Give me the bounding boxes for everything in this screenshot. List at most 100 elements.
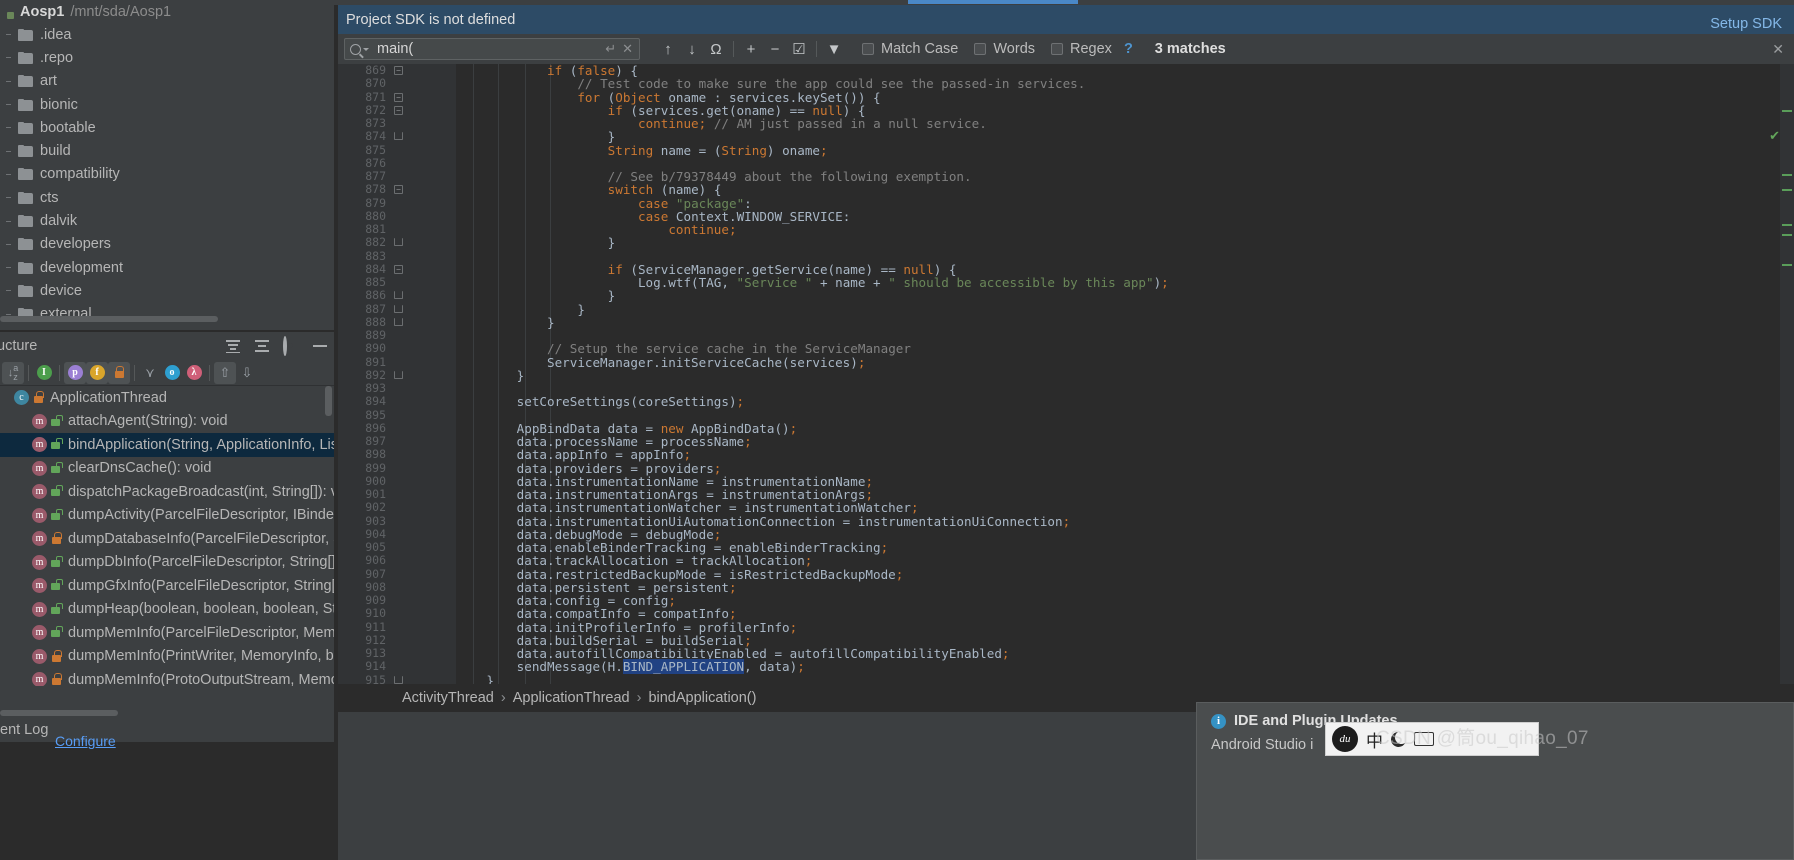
- code-line[interactable]: 895: [338, 408, 1794, 422]
- code-line[interactable]: 906 data.trackAllocation = trackAllocati…: [338, 553, 1794, 567]
- show-non-public-button[interactable]: [108, 361, 130, 384]
- tree-handle-icon[interactable]: [6, 290, 11, 292]
- fold-end-icon[interactable]: [394, 291, 403, 300]
- code-text[interactable]: 869− if (false) {870 // Test code to mak…: [338, 64, 1794, 684]
- event-log-tab[interactable]: ent Log: [0, 717, 334, 742]
- tree-handle-icon[interactable]: [6, 80, 11, 82]
- structure-tree-item[interactable]: m dumpDatabaseInfo(ParcelFileDescriptor, …: [0, 527, 334, 551]
- project-tree-item[interactable]: .repo: [0, 46, 334, 69]
- setup-sdk-link[interactable]: Setup SDK: [1710, 16, 1782, 32]
- project-tree-item[interactable]: art: [0, 70, 334, 93]
- breadcrumb-item-inner-class[interactable]: ApplicationThread: [513, 690, 630, 706]
- code-line[interactable]: 876: [338, 156, 1794, 170]
- structure-tree-item[interactable]: m dumpMemInfo(PrintWriter, MemoryInfo, bo…: [0, 645, 334, 669]
- fold-toggle-icon[interactable]: −: [394, 185, 403, 195]
- tree-handle-icon[interactable]: [6, 313, 11, 315]
- show-anonymous-button[interactable]: o: [161, 362, 183, 384]
- fold-end-icon[interactable]: [394, 132, 403, 141]
- project-tree-item[interactable]: cts: [0, 186, 334, 209]
- code-line[interactable]: 888 }: [338, 315, 1794, 329]
- structure-toolbar[interactable]: ↓ a z Ip f ⋎ o λ ⇧ ⇩: [0, 360, 334, 386]
- project-tree-item[interactable]: development: [0, 256, 334, 279]
- breadcrumb-item-class[interactable]: ActivityThread: [402, 690, 494, 706]
- words-checkbox[interactable]: Words: [974, 41, 1035, 57]
- project-tree-item[interactable]: .idea: [0, 23, 334, 46]
- code-line[interactable]: 882 }: [338, 235, 1794, 249]
- project-tree-item[interactable]: bionic: [0, 93, 334, 116]
- code-line[interactable]: 884− if (ServiceManager.getService(name)…: [338, 262, 1794, 276]
- code-line[interactable]: 890 // Setup the service cache in the Se…: [338, 341, 1794, 355]
- code-line[interactable]: 872− if (services.get(oname) == null) {: [338, 103, 1794, 117]
- structure-tool-window[interactable]: ucture ↓ a z Ip f ⋎ o λ ⇧ ⇩ c ApplicationThread m at…: [0, 332, 334, 717]
- hide-icon[interactable]: [312, 338, 328, 354]
- project-tree-item[interactable]: bootable: [0, 116, 334, 139]
- configure-link[interactable]: Configure: [55, 733, 116, 749]
- project-tree-item[interactable]: dalvik: [0, 209, 334, 232]
- search-input[interactable]: [369, 41, 606, 57]
- ime-mode-label[interactable]: 中: [1366, 727, 1383, 752]
- project-tree-item[interactable]: compatibility: [0, 163, 334, 186]
- find-next-button[interactable]: ↓: [680, 37, 704, 61]
- inspection-ok-icon[interactable]: ✔: [1769, 128, 1780, 144]
- tree-handle-icon[interactable]: [6, 34, 11, 36]
- project-tree-item[interactable]: developers: [0, 233, 334, 256]
- tree-handle-icon[interactable]: [6, 104, 11, 106]
- code-line[interactable]: 881 continue;: [338, 222, 1794, 236]
- code-line[interactable]: 874 }: [338, 129, 1794, 143]
- tree-handle-icon[interactable]: [6, 220, 11, 222]
- expand-all-icon[interactable]: [225, 338, 241, 354]
- structure-tree-item[interactable]: c ApplicationThread: [0, 386, 334, 410]
- project-tree-item[interactable]: device: [0, 279, 334, 302]
- fold-end-icon[interactable]: [394, 675, 403, 684]
- code-line[interactable]: 909 data.config = config;: [338, 593, 1794, 607]
- code-line[interactable]: 886 }: [338, 288, 1794, 302]
- checkbox-box[interactable]: [862, 43, 874, 55]
- code-line[interactable]: 889: [338, 328, 1794, 342]
- tree-handle-icon[interactable]: [6, 197, 11, 199]
- code-line[interactable]: 896 AppBindData data = new AppBindData()…: [338, 421, 1794, 435]
- code-line[interactable]: 873 continue; // AM just passed in a nul…: [338, 116, 1794, 130]
- code-line[interactable]: 887 }: [338, 302, 1794, 316]
- code-line[interactable]: 875 String name = (String) oname;: [338, 143, 1794, 157]
- code-line[interactable]: 905 data.enableBinderTracking = enableBi…: [338, 540, 1794, 554]
- regex-checkbox[interactable]: Regex: [1051, 41, 1112, 57]
- ime-floating-bar[interactable]: du 中: [1325, 722, 1539, 756]
- find-nav-buttons[interactable]: ↑ ↓ Ω + − ☑ ▼: [656, 37, 846, 61]
- structure-tree-item[interactable]: m dumpGfxInfo(ParcelFileDescriptor, Strin…: [0, 574, 334, 598]
- fold-toggle-icon[interactable]: −: [394, 264, 403, 274]
- project-tool-window[interactable]: Aosp1 /mnt/sda/Aosp1 .idea .repo art bionic…: [0, 0, 334, 330]
- structure-tree-item[interactable]: m dumpDbInfo(ParcelFileDescriptor, String…: [0, 551, 334, 575]
- fold-end-icon[interactable]: [394, 317, 403, 326]
- regex-help-icon[interactable]: ?: [1124, 41, 1133, 57]
- code-line[interactable]: 899 data.providers = providers;: [338, 461, 1794, 475]
- add-occurrence-button[interactable]: +: [739, 37, 763, 61]
- select-all-occurrences-button[interactable]: Ω: [704, 37, 728, 61]
- show-fields-button[interactable]: f: [86, 361, 108, 384]
- find-input-wrapper[interactable]: ↵ ✕: [344, 38, 640, 60]
- code-line[interactable]: 908 data.persistent = persistent;: [338, 580, 1794, 594]
- tree-handle-icon[interactable]: [6, 243, 11, 245]
- close-find-icon[interactable]: ✕: [1772, 41, 1784, 58]
- fold-end-icon[interactable]: [394, 304, 403, 313]
- code-line[interactable]: 883: [338, 249, 1794, 263]
- structure-tree-item[interactable]: m dispatchPackageBroadcast(int, String[])…: [0, 480, 334, 504]
- structure-tree-item[interactable]: m bindApplication(String, ApplicationInfo…: [0, 433, 334, 457]
- code-line[interactable]: 877 // See b/79378449 about the followin…: [338, 169, 1794, 183]
- code-line[interactable]: 904 data.debugMode = debugMode;: [338, 527, 1794, 541]
- code-line[interactable]: 898 data.appInfo = appInfo;: [338, 447, 1794, 461]
- select-all-carets-button[interactable]: ☑: [787, 37, 811, 61]
- code-line[interactable]: 869− if (false) {: [338, 64, 1794, 77]
- tree-handle-icon[interactable]: [6, 57, 11, 59]
- code-line[interactable]: 910 data.compatInfo = compatInfo;: [338, 606, 1794, 620]
- checkbox-box[interactable]: [1051, 43, 1064, 55]
- code-line[interactable]: 880 case Context.WINDOW_SERVICE:: [338, 209, 1794, 223]
- tree-handle-icon[interactable]: [6, 150, 11, 152]
- ime-moon-icon[interactable]: [1391, 730, 1408, 747]
- code-line[interactable]: 893: [338, 381, 1794, 395]
- structure-tree[interactable]: c ApplicationThread m attachAgent(String): …: [0, 386, 334, 686]
- gear-icon[interactable]: [283, 336, 299, 356]
- show-inherited-button[interactable]: ⋎: [139, 362, 161, 384]
- fold-toggle-icon[interactable]: −: [394, 66, 403, 75]
- sort-alphabetically-button[interactable]: ↓ a z: [2, 361, 24, 384]
- code-line[interactable]: 870 // Test code to make sure the app co…: [338, 76, 1794, 90]
